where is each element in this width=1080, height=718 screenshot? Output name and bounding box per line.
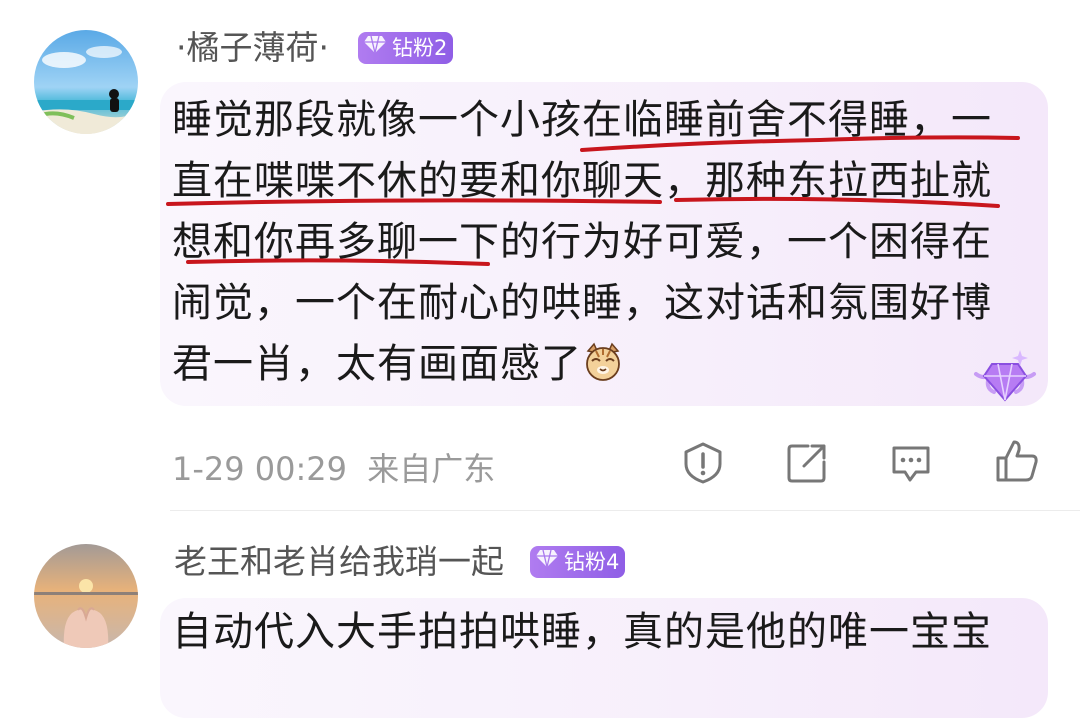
badge-label: 钻粉2: [392, 36, 448, 60]
fan-badge[interactable]: 钻粉2: [358, 32, 454, 64]
comment-bubble: 自动代入大手拍拍哄睡，真的是他的唯一宝宝: [160, 598, 1048, 718]
username[interactable]: ·橘子薄荷·: [176, 28, 329, 68]
comment-icon[interactable]: [888, 440, 934, 486]
share-icon[interactable]: [784, 440, 830, 486]
avatar[interactable]: [34, 544, 138, 648]
comment-body: 自动代入大手拍拍哄睡，真的是他的唯一宝宝: [172, 609, 992, 655]
comment-text: 睡觉那段就像一个小孩在临睡前舍不得睡，一直在喋喋不休的要和你聊天，那种东拉西扯就…: [172, 90, 992, 395]
fan-badge[interactable]: 钻粉4: [530, 546, 626, 578]
cat-emoji-icon: [582, 340, 624, 382]
comment-bubble: 睡觉那段就像一个小孩在临睡前舍不得睡，一直在喋喋不休的要和你聊天，那种东拉西扯就…: [160, 82, 1048, 406]
vip-diamond-emblem: [970, 346, 1040, 406]
comment-meta: 1-29 00:29 来自广东: [172, 444, 495, 490]
report-icon[interactable]: [680, 440, 726, 486]
divider: [170, 510, 1080, 511]
badge-label: 钻粉4: [564, 550, 620, 574]
diamond-icon: [534, 546, 560, 578]
timestamp: 1-29 00:29: [172, 450, 348, 488]
comment-text: 自动代入大手拍拍哄睡，真的是他的唯一宝宝: [172, 602, 992, 663]
diamond-icon: [362, 32, 388, 64]
location: 来自广东: [367, 450, 496, 488]
username[interactable]: 老王和老肖给我琑一起: [174, 542, 504, 582]
avatar[interactable]: [34, 30, 138, 134]
like-icon[interactable]: [992, 436, 1042, 486]
